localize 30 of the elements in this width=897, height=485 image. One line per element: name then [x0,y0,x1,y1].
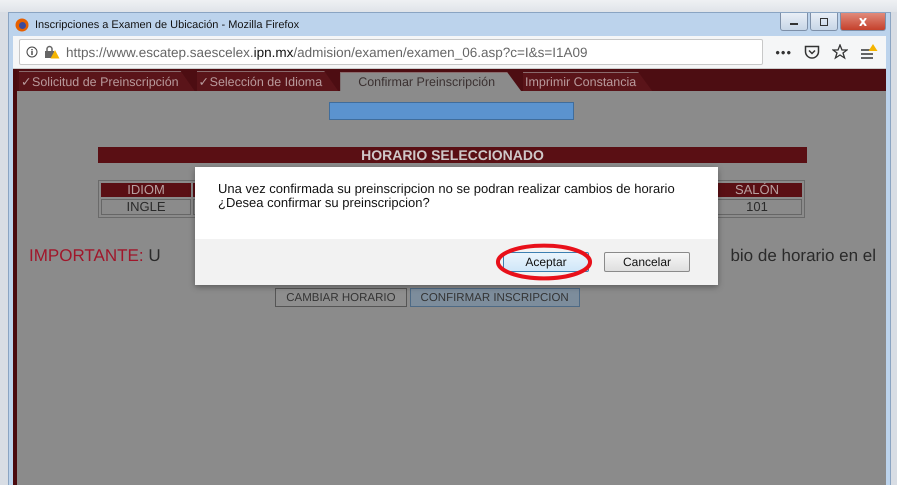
dialog-message: Una vez confirmada su preinscripcion no se podran realizar cambios de horario [218,182,676,196]
column-header: IDIOM [101,183,191,197]
table-cell: INGLE [101,199,191,215]
padlock-warning-icon [44,45,60,59]
address-field[interactable]: https://www.escatep.saescelex.ipn.mx/admision/examen/examen_06.asp?c=I&s=I1A09 [19,39,764,65]
tab[interactable]: Confirmar Preinscripción [340,72,522,91]
dialog-button[interactable]: Aceptar [503,252,589,272]
close-icon [858,18,868,26]
notice-text: bio de horario en el [730,246,876,266]
section-heading: HORARIO SELECCIONADO [98,147,807,163]
star-icon[interactable] [832,44,848,60]
form-button[interactable]: CAMBIAR HORARIO [275,288,407,307]
pocket-icon[interactable] [804,45,820,59]
maximize-icon [819,18,829,26]
menu-icon[interactable] [860,44,878,60]
important-label: IMPORTANTE: [29,246,144,265]
tab[interactable]: ✓Selección de Idioma [196,71,338,91]
form-button[interactable]: CONFIRMAR INSCRIPCION [410,288,580,307]
dialog-button[interactable]: Cancelar [604,252,690,272]
minimize-button[interactable] [780,13,808,31]
window-title: Inscripciones a Examen de Ubicación - Mozilla Firefox [35,18,300,30]
tab[interactable]: ✓Solicitud de Preinscripción [19,71,195,91]
notice-text: U [147,246,161,265]
more-actions-button[interactable]: ••• [775,44,792,60]
info-icon [26,46,38,58]
dialog-message: ¿Desea confirmar su preinscripcion? [218,196,430,210]
maximize-button[interactable] [810,13,838,31]
close-button[interactable] [840,13,886,31]
tab[interactable]: Imprimir Constancia [523,72,652,91]
browser-logo-icon [15,18,29,32]
